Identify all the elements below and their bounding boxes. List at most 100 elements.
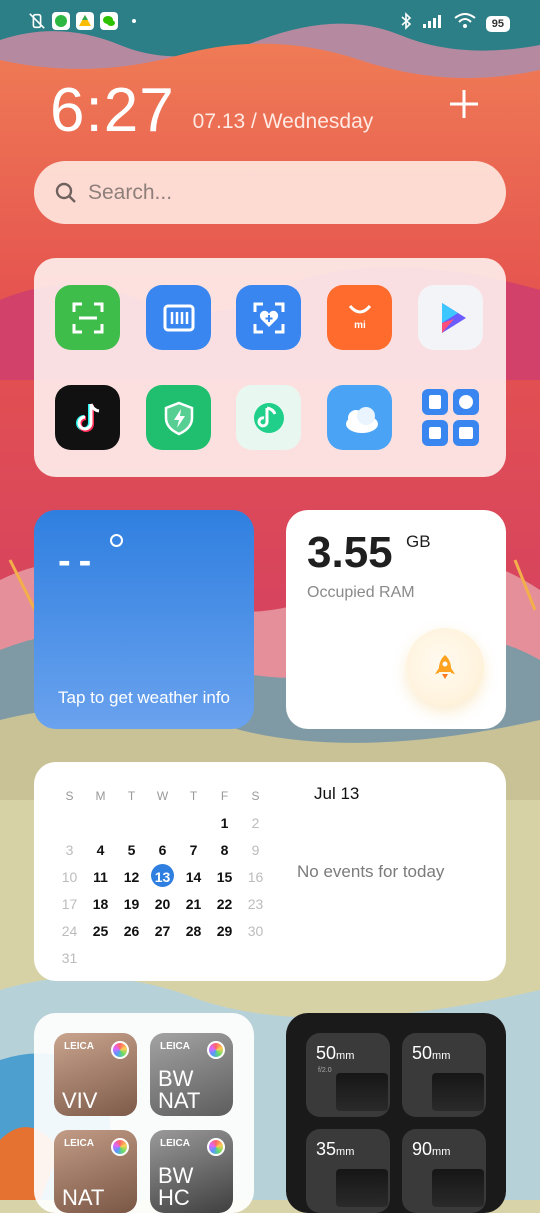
calendar-day[interactable]: 16	[240, 869, 271, 885]
status-bar-notifications	[28, 12, 136, 30]
lens-50mm-f2[interactable]: 50mm f/2.0	[306, 1033, 390, 1117]
preset-name: VIV	[62, 1088, 98, 1113]
svg-text:mi: mi	[354, 320, 366, 331]
calendar-date-title: Jul 13	[314, 784, 360, 803]
weekday-label: F	[220, 788, 229, 803]
ram-unit: GB	[406, 532, 431, 551]
calendar-widget[interactable]: S M T W T F S 1 2 3 4 5 6 7 8 9 10 11 12 13 14 15 16 17 18 19 20 21…	[34, 762, 506, 981]
more-notifications-dot	[132, 19, 136, 23]
preset-natural[interactable]: LEICA NAT	[54, 1130, 137, 1213]
app-weather[interactable]	[327, 385, 392, 450]
weekday-label: S	[65, 788, 74, 803]
calendar-day[interactable]: 2	[240, 815, 271, 831]
clock-date: 07.13 / Wednesday	[192, 110, 374, 133]
calendar-day[interactable]: 31	[54, 950, 85, 966]
mute-vibrate-icon	[28, 12, 46, 30]
calendar-day[interactable]: 23	[240, 896, 271, 912]
week-row: 3456789	[54, 836, 272, 863]
weekday-label: T	[189, 788, 198, 803]
weather-icon	[345, 406, 378, 433]
app-music[interactable]	[236, 385, 301, 450]
ram-widget[interactable]: 3.55 GB Occupied RAM	[286, 510, 506, 729]
calendar-day[interactable]: 22	[209, 896, 240, 912]
preset-bw-high-contrast[interactable]: LEICA BW HC	[150, 1130, 233, 1213]
calendar-day[interactable]: 18	[85, 896, 116, 912]
calendar-day[interactable]: 11	[85, 869, 116, 885]
week-row: 24 25 26 27 28 29 30	[54, 917, 272, 944]
lens-focal-value: 50	[412, 1043, 433, 1063]
calendar-day[interactable]: 12	[116, 869, 147, 885]
calendar-day[interactable]: 28	[178, 923, 209, 939]
calendar-day[interactable]: 8	[209, 842, 240, 858]
calendar-day[interactable]: 14	[178, 869, 209, 885]
calendar-day[interactable]: 4	[85, 842, 116, 858]
lens-focal-unit: mm	[336, 1050, 355, 1062]
week-row: 10 11 12 13 14 15 16	[54, 863, 272, 890]
weekday-label: S	[251, 788, 260, 803]
calendar-day[interactable]: 19	[116, 896, 147, 912]
lens-focal-unit: mm	[336, 1146, 355, 1158]
app-scanner[interactable]	[55, 285, 120, 350]
lens-focal-value: 35	[316, 1139, 337, 1159]
preset-brand: LEICA	[64, 1041, 94, 1052]
calendar-day[interactable]: 27	[147, 923, 178, 939]
calendar-day[interactable]: 15	[209, 869, 240, 885]
weather-temperature: --	[58, 540, 100, 582]
preset-brand: LEICA	[160, 1138, 190, 1149]
calendar-day[interactable]: 13	[147, 863, 178, 887]
calendar-day[interactable]: 6	[147, 842, 178, 858]
memory-boost-button[interactable]	[406, 628, 484, 706]
video-play-icon	[441, 302, 466, 333]
calendar-day[interactable]: 20	[147, 896, 178, 912]
scanner-icon	[72, 302, 103, 333]
app-tiktok[interactable]	[55, 385, 120, 450]
calendar-day[interactable]: 26	[116, 923, 147, 939]
wifi-icon	[454, 13, 476, 34]
weather-widget[interactable]: -- Tap to get weather info	[34, 510, 254, 729]
preset-bw-natural[interactable]: LEICA BW NAT	[150, 1033, 233, 1116]
calendar-day[interactable]: 21	[178, 896, 209, 912]
search-bar[interactable]: Search...	[34, 161, 506, 224]
battery-indicator: 95	[485, 15, 510, 32]
calendar-day[interactable]: 5	[116, 842, 147, 858]
lens-icon	[336, 1073, 388, 1111]
rocket-icon	[435, 655, 455, 679]
calendar-day[interactable]: 1	[209, 815, 240, 831]
lens-focal-value: 50	[316, 1043, 337, 1063]
calendar-day[interactable]: 3	[54, 842, 85, 858]
app-security[interactable]	[146, 385, 211, 450]
preset-vivid[interactable]: LEICA VIV	[54, 1033, 137, 1116]
ram-value: 3.55	[307, 528, 393, 577]
lens-icon	[432, 1169, 484, 1207]
calendar-day[interactable]: 30	[240, 923, 271, 939]
color-wheel-icon	[111, 1138, 129, 1156]
plus-icon	[450, 90, 478, 118]
calendar-day[interactable]: 24	[54, 923, 85, 939]
calendar-day[interactable]: 25	[85, 923, 116, 939]
app-video-player[interactable]	[418, 285, 483, 350]
weekday-label: M	[95, 788, 106, 803]
weekday-label: T	[127, 788, 136, 803]
app-tools-folder[interactable]	[418, 385, 483, 450]
add-widget-button[interactable]	[446, 86, 482, 122]
signal-icon	[422, 13, 444, 34]
lens-35mm[interactable]: 35mm	[306, 1129, 390, 1213]
calendar-day[interactable]: 10	[54, 869, 85, 885]
search-icon	[55, 182, 76, 203]
clock-time: 6:27	[50, 76, 175, 145]
app-health-scan[interactable]	[236, 285, 301, 350]
app-mi-store[interactable]: mi	[327, 285, 392, 350]
color-wheel-icon	[207, 1138, 225, 1156]
calendar-day[interactable]: 7	[178, 842, 209, 858]
wechat-icon	[100, 12, 118, 30]
calendar-day[interactable]: 9	[240, 842, 271, 858]
calendar-day[interactable]: 29	[209, 923, 240, 939]
mi-store-icon: mi	[348, 304, 371, 331]
clock-widget[interactable]: 6:27 07.13 / Wednesday	[50, 76, 373, 146]
calendar-day[interactable]: 17	[54, 896, 85, 912]
lens-50mm[interactable]: 50mm	[402, 1033, 486, 1117]
camera-lens-widget: 50mm f/2.0 50mm 35mm 90mm	[286, 1013, 506, 1213]
app-barcode-scanner[interactable]	[146, 285, 211, 350]
lens-icon	[432, 1073, 484, 1111]
lens-90mm[interactable]: 90mm	[402, 1129, 486, 1213]
